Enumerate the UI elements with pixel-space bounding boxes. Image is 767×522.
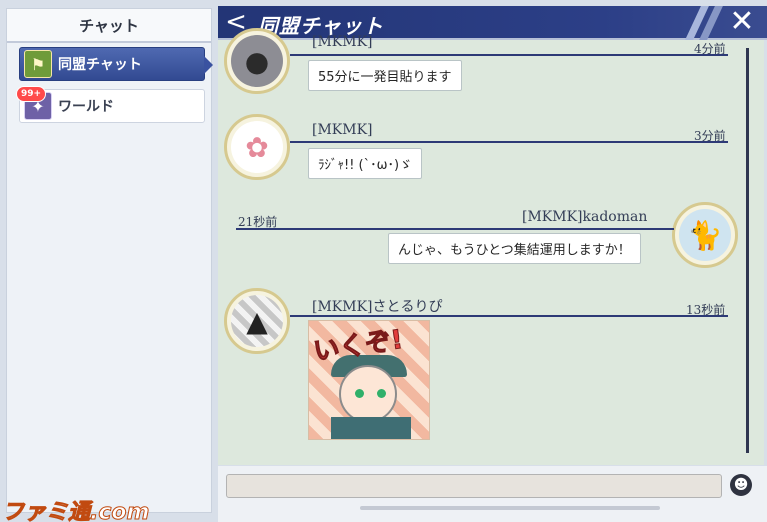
divider [290, 315, 728, 317]
horizontal-scrollbar[interactable] [360, 506, 660, 510]
sticker-eye [355, 389, 364, 398]
sticker-body [331, 417, 411, 439]
message-scrollbar[interactable] [746, 48, 749, 453]
sidebar-item-alliance-chat[interactable]: ⚑ 同盟チャット [19, 47, 213, 81]
black-cat-avatar[interactable]: 🐈 [672, 202, 738, 268]
onigiri-avatar[interactable]: ▲ [224, 288, 290, 354]
sticker-eye [377, 389, 386, 398]
unread-badge: 99+ [16, 86, 47, 102]
sidebar-item-label: 同盟チャット [58, 57, 142, 73]
close-button[interactable]: ✕ [727, 6, 757, 40]
divider [290, 141, 728, 143]
sidebar-title: チャット [7, 9, 211, 43]
divider [236, 228, 674, 230]
smiley-icon: ☻ [733, 477, 749, 493]
masked-face-avatar[interactable]: ● [224, 28, 290, 94]
chat-header: < 同盟チャット ✕ [218, 6, 767, 40]
message-sender: [MKMK]さとるりぴ [312, 299, 443, 315]
close-icon: ✕ [729, 4, 755, 39]
divider [290, 54, 728, 56]
sidebar-item-label: ワールド [58, 99, 114, 115]
message-sender: [MKMK] [312, 34, 373, 50]
guild-flag-icon: ⚑ [24, 50, 52, 78]
message-bubble: ﾗｼﾞｬ!! (`･ω･)ゞ [308, 148, 423, 179]
message-bubble: 55分に一発目貼ります [308, 60, 462, 91]
sticker-face [339, 365, 397, 423]
sidebar-item-world[interactable]: 99+ ✦ ワールド [16, 86, 205, 123]
message-input[interactable] [226, 474, 722, 498]
message-sender: [MKMK] [312, 122, 373, 138]
message-bubble: んじゃ、もうひとつ集結運用しますか！ [388, 233, 641, 264]
message-sender: [MKMK]kadoman [522, 209, 648, 225]
emoji-button[interactable]: ☻ [730, 474, 752, 496]
watermark-logo: ファミ通.com [1, 500, 150, 522]
paw-avatar[interactable]: ✿ [224, 114, 290, 180]
input-bar: ☻ [218, 466, 767, 522]
sidebar: チャット ⚑ 同盟チャット 99+ ✦ ワールド [6, 8, 213, 513]
sticker-image[interactable]: いくぞ! [308, 320, 430, 440]
chat-window: チャット ⚑ 同盟チャット 99+ ✦ ワールド < 同盟チャット ✕ ● [M… [0, 0, 767, 522]
